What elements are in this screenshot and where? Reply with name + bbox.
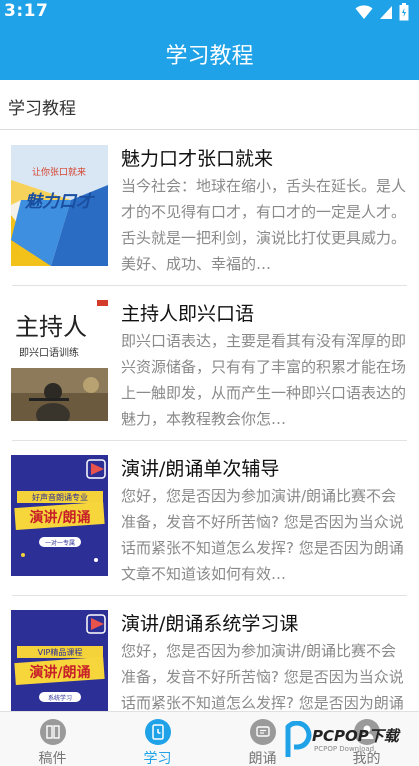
watermark-subtext: PCPOP Download	[314, 745, 375, 753]
app-bar: 学习教程	[0, 24, 419, 80]
thumb-text: 主持人	[15, 313, 87, 341]
course-title: 演讲/朗诵系统学习课	[121, 613, 299, 635]
course-item[interactable]: 主持人 即兴口语训练 主持人即兴口语 即兴口语表达，主要是看其有没有浑厚的即兴资…	[0, 286, 419, 441]
thumb-text: 让你张口就来	[32, 166, 86, 178]
thumb-text: 一对一专属	[45, 539, 75, 547]
course-thumbnail: 让你张口就来 魅力口才	[11, 145, 108, 266]
battery-icon	[399, 3, 409, 21]
course-thumbnail: 主持人 即兴口语训练	[11, 300, 108, 421]
course-description: 您好，您是否因为参加演讲/朗诵比赛不会准备，发音不好所苦恼? 您是否因为当众说话…	[121, 642, 404, 711]
nav-label: 稿件	[38, 751, 67, 766]
section-header: 学习教程	[0, 80, 419, 130]
wifi-icon	[355, 5, 373, 19]
status-icons	[355, 3, 409, 21]
thumb-text: 好声音朗诵专业	[32, 492, 88, 502]
course-title: 魅力口才张口就来	[121, 148, 274, 170]
course-item[interactable]: VIP精品课程 演讲/朗诵 系统学习 演讲/朗诵系统学习课 您好，您是否因为参加…	[0, 596, 419, 711]
thumb-text: VIP精品课程	[38, 647, 83, 657]
watermark-logo: PCPOP下载 PCPOP Download	[282, 718, 412, 762]
section-title: 学习教程	[8, 99, 76, 119]
thumb-text: 演讲/朗诵	[29, 664, 90, 681]
course-item[interactable]: 好声音朗诵专业 演讲/朗诵 一对一专属 演讲/朗诵单次辅导 您好，您是否因为参加…	[0, 441, 419, 596]
thumb-text: 系统学习	[48, 694, 72, 702]
course-description: 即兴口语表达，主要是看其有没有浑厚的即兴资源储备，只有有了丰富的积累才能在场上一…	[121, 332, 407, 428]
thumb-text: 魅力口才	[24, 192, 96, 212]
pcpop-logo-icon	[285, 721, 312, 757]
course-title: 演讲/朗诵单次辅导	[121, 458, 280, 480]
nav-item-manuscripts[interactable]: 稿件	[0, 712, 105, 766]
nav-item-study[interactable]: 学习	[105, 712, 210, 766]
thumb-text: 演讲/朗诵	[29, 509, 90, 526]
status-bar: 3:17	[0, 0, 419, 24]
watermark-text: PCPOP下载	[312, 727, 399, 745]
course-description: 当今社会：地球在缩小，舌头在延长。是人才的不见得有口才，有口才的一定是人才。 舌…	[121, 177, 407, 273]
book-icon	[40, 719, 66, 745]
course-description: 您好，您是否因为参加演讲/朗诵比赛不会准备，发音不好所苦恼? 您是否因为当众说话…	[121, 487, 404, 583]
course-title: 主持人即兴口语	[121, 303, 255, 325]
recite-icon	[250, 719, 276, 745]
study-icon	[145, 719, 171, 745]
signal-icon	[380, 6, 392, 19]
course-list[interactable]: 让你张口就来 魅力口才 魅力口才张口就来 当今社会：地球在缩小，舌头在延长。是人…	[0, 131, 419, 711]
course-item[interactable]: 让你张口就来 魅力口才 魅力口才张口就来 当今社会：地球在缩小，舌头在延长。是人…	[0, 131, 419, 286]
status-time: 3:17	[4, 1, 49, 21]
course-thumbnail: VIP精品课程 演讲/朗诵 系统学习	[11, 610, 108, 711]
nav-label: 学习	[143, 751, 172, 766]
page-title: 学习教程	[165, 44, 254, 69]
course-thumbnail: 好声音朗诵专业 演讲/朗诵 一对一专属	[11, 455, 108, 576]
thumb-text: 即兴口语训练	[19, 346, 79, 359]
